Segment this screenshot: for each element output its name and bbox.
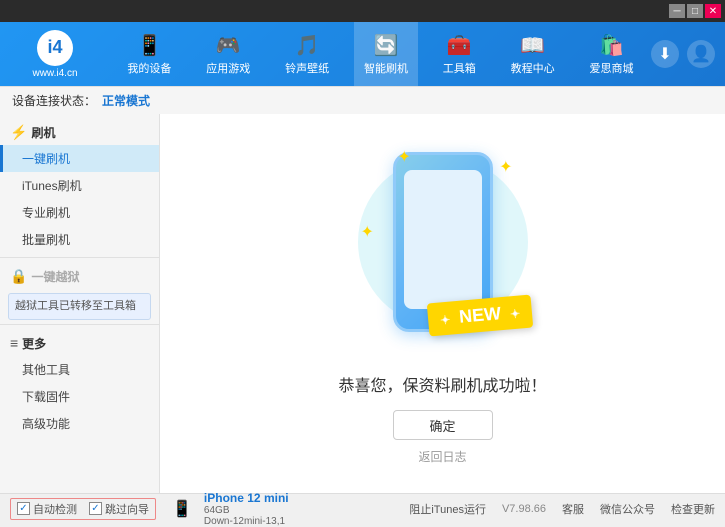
sparkle-3: ✦: [361, 222, 374, 242]
main-layout: ⚡ 刷机 一键刷机 iTunes刷机 专业刷机 批量刷机 🔒 一键越狱 越狱工具…: [0, 114, 725, 493]
checkbox-area: ✓ 自动检测 ✓ 跳过向导: [10, 498, 156, 520]
bottom-bar: ✓ 自动检测 ✓ 跳过向导 📱 iPhone 12 mini 64GB Down…: [0, 493, 725, 523]
minimize-button[interactable]: ─: [669, 4, 685, 18]
logo-icon: i4: [37, 30, 73, 66]
illustration: ✦ ✦ ✦ NEW: [343, 142, 543, 362]
back-to-log-link[interactable]: 返回日志: [418, 448, 466, 465]
status-bar: 设备连接状态： 正常模式: [0, 86, 725, 114]
account-button[interactable]: 👤: [687, 40, 715, 68]
jailbreak-info-box: 越狱工具已转移至工具箱: [8, 293, 151, 320]
device-model: Down-12mini-13,1: [204, 516, 289, 527]
sidebar-item-itunes-flash[interactable]: iTunes刷机: [0, 172, 159, 199]
check-update-link[interactable]: 检查更新: [671, 501, 715, 517]
auto-detect-check-icon: ✓: [17, 502, 30, 515]
sidebar-section-more: ≡ 更多: [0, 329, 159, 356]
toolbox-label: 工具箱: [443, 60, 476, 76]
version-text: V7.98.66: [502, 503, 546, 515]
more-section-label: 更多: [22, 335, 46, 352]
sidebar-item-other-tools[interactable]: 其他工具: [0, 356, 159, 383]
sidebar-divider-1: [0, 257, 159, 258]
header: i4 www.i4.cn 📱 我的设备 🎮 应用游戏 🎵 铃声壁纸 🔄 智能刷机…: [0, 22, 725, 86]
sidebar-divider-2: [0, 324, 159, 325]
flash-section-icon: ⚡: [10, 124, 27, 141]
sidebar-section-flash: ⚡ 刷机: [0, 118, 159, 145]
download-header-button[interactable]: ⬇: [651, 40, 679, 68]
mall-label: 爱思商城: [589, 60, 633, 76]
device-icon: 📱: [172, 499, 192, 519]
skip-wizard-label: 跳过向导: [105, 501, 149, 517]
nav-ringtone[interactable]: 🎵 铃声壁纸: [275, 22, 339, 86]
wechat-link[interactable]: 微信公众号: [600, 501, 655, 517]
my-device-icon: 📱: [137, 33, 162, 58]
device-area: 📱 iPhone 12 mini 64GB Down-12mini-13,1: [172, 491, 289, 527]
mall-icon: 🛍️: [599, 33, 624, 58]
logo-area: i4 www.i4.cn: [0, 30, 110, 79]
sidebar-item-download-firmware[interactable]: 下载固件: [0, 383, 159, 410]
smart-flash-label: 智能刷机: [364, 60, 408, 76]
my-device-label: 我的设备: [127, 60, 171, 76]
nav-apps[interactable]: 🎮 应用游戏: [196, 22, 260, 86]
close-button[interactable]: ✕: [705, 4, 721, 18]
success-text: 恭喜您，保资料刷机成功啦！: [338, 372, 546, 396]
sidebar-item-advanced-features[interactable]: 高级功能: [0, 410, 159, 437]
sparkle-2: ✦: [499, 157, 512, 177]
nav-tutorial[interactable]: 📖 教程中心: [501, 22, 565, 86]
confirm-button[interactable]: 确定: [393, 410, 493, 440]
stop-itunes-link[interactable]: 阻止iTunes运行: [409, 501, 486, 517]
sidebar-item-batch-flash[interactable]: 批量刷机: [0, 226, 159, 253]
smart-flash-icon: 🔄: [374, 33, 399, 58]
ringtone-icon: 🎵: [295, 33, 320, 58]
nav-my-device[interactable]: 📱 我的设备: [117, 22, 181, 86]
nav-mall[interactable]: 🛍️ 爱思商城: [579, 22, 643, 86]
device-storage: 64GB: [204, 505, 289, 516]
sidebar: ⚡ 刷机 一键刷机 iTunes刷机 专业刷机 批量刷机 🔒 一键越狱 越狱工具…: [0, 114, 160, 493]
ringtone-label: 铃声壁纸: [285, 60, 329, 76]
jailbreak-section-label: 一键越狱: [31, 268, 79, 285]
nav-smart-flash[interactable]: 🔄 智能刷机: [354, 22, 418, 86]
maximize-button[interactable]: □: [687, 4, 703, 18]
skip-wizard-checkbox[interactable]: ✓ 跳过向导: [89, 501, 149, 517]
auto-detect-checkbox[interactable]: ✓ 自动检测: [17, 501, 77, 517]
nav-items: 📱 我的设备 🎮 应用游戏 🎵 铃声壁纸 🔄 智能刷机 🧰 工具箱 📖 教程中心…: [110, 22, 651, 86]
customer-service-link[interactable]: 客服: [562, 501, 584, 517]
status-value: 正常模式: [102, 92, 150, 109]
status-label: 设备连接状态：: [12, 92, 96, 109]
flash-section-label: 刷机: [31, 124, 55, 141]
logo-subtitle: www.i4.cn: [32, 68, 77, 79]
apps-icon: 🎮: [216, 33, 241, 58]
content-area: ✦ ✦ ✦ NEW 恭喜您，保资料刷机成功啦！ 确定 返回日志: [160, 114, 725, 493]
sidebar-item-one-key-flash[interactable]: 一键刷机: [0, 145, 159, 172]
toolbox-icon: 🧰: [447, 33, 472, 58]
sparkle-1: ✦: [398, 147, 411, 167]
sidebar-section-jailbreak: 🔒 一键越狱: [0, 262, 159, 289]
lock-icon: 🔒: [10, 268, 27, 285]
header-right: ⬇ 👤: [651, 40, 725, 68]
sidebar-item-pro-flash[interactable]: 专业刷机: [0, 199, 159, 226]
more-section-icon: ≡: [10, 335, 18, 351]
skip-wizard-check-icon: ✓: [89, 502, 102, 515]
tutorial-label: 教程中心: [511, 60, 555, 76]
tutorial-icon: 📖: [520, 33, 545, 58]
auto-detect-label: 自动检测: [33, 501, 77, 517]
bottom-right: 阻止iTunes运行 V7.98.66 客服 微信公众号 检查更新: [409, 501, 715, 517]
device-info: iPhone 12 mini 64GB Down-12mini-13,1: [204, 491, 289, 527]
title-bar: ─ □ ✕: [0, 0, 725, 22]
apps-label: 应用游戏: [206, 60, 250, 76]
phone-screen: [404, 170, 482, 309]
nav-toolbox[interactable]: 🧰 工具箱: [433, 22, 486, 86]
